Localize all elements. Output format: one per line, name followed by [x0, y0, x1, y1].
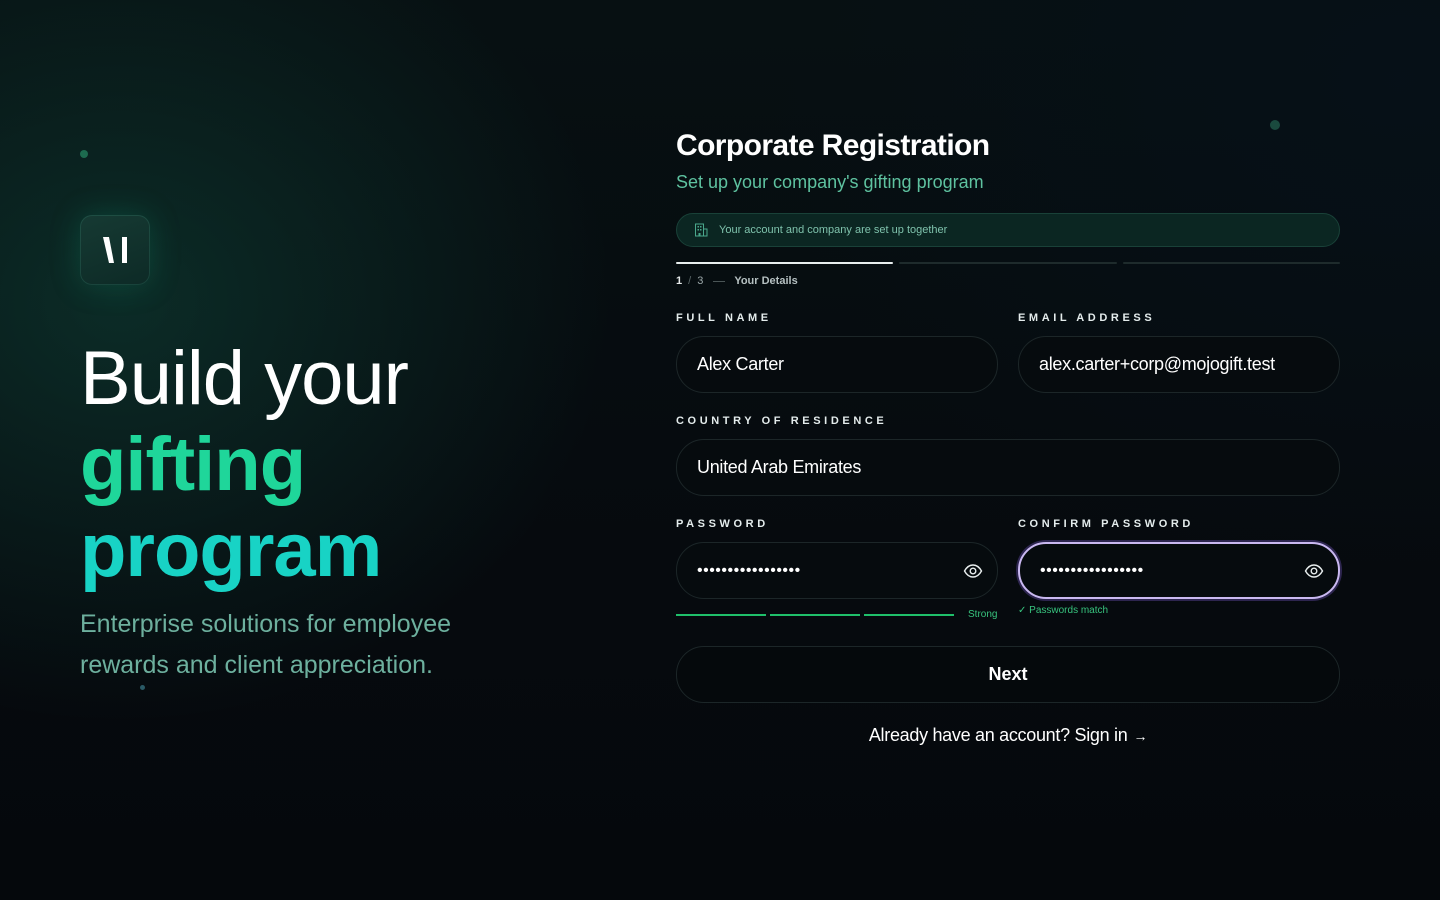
step-total: 3 [697, 275, 704, 287]
email-label: EMAIL ADDRESS [1018, 312, 1156, 324]
step-dash [713, 280, 726, 282]
step-progress [676, 262, 1340, 264]
full-name-input[interactable]: Alex Carter [676, 336, 998, 393]
notice-text: Your account and company are set up toge… [719, 224, 948, 236]
decorative-dot [80, 150, 88, 158]
next-button[interactable]: Next [676, 646, 1340, 703]
logo-mark-icon [103, 237, 127, 263]
country-input[interactable]: United Arab Emirates [676, 439, 1340, 496]
email-value: alex.carter+corp@mojogift.test [1039, 354, 1275, 374]
hero-title: Build your gifting program [80, 336, 600, 594]
country-label: COUNTRY OF RESIDENCE [676, 415, 888, 427]
strength-bar-3 [864, 613, 954, 616]
password-field: PASSWORD ••••••••••••••••• Strong [676, 517, 998, 620]
strength-bar-2 [770, 613, 860, 616]
confirm-password-value: ••••••••••••••••• [1040, 561, 1144, 579]
full-name-value: Alex Carter [697, 354, 784, 374]
email-input[interactable]: alex.carter+corp@mojogift.test [1018, 336, 1340, 393]
brand-logo [80, 215, 150, 285]
arrow-right-icon: → [1133, 728, 1148, 744]
building-icon [693, 222, 709, 238]
step-separator: / [688, 275, 692, 287]
signin-link[interactable]: Already have an account? Sign in → [676, 725, 1340, 746]
hero-title-line-2: gifting [80, 422, 306, 507]
form-title: Corporate Registration [676, 129, 990, 162]
progress-segment-3 [1122, 262, 1340, 264]
hero-title-line-1: Build your [80, 336, 409, 421]
country-value: United Arab Emirates [697, 457, 862, 477]
password-strength-meter: Strong [676, 609, 998, 620]
signin-text: Already have an account? Sign in [868, 725, 1128, 745]
password-match-status: ✓ Passwords match [1018, 605, 1109, 616]
confirm-password-field: CONFIRM PASSWORD ••••••••••••••••• ✓ Pas… [1018, 517, 1340, 620]
strength-bar-1 [676, 613, 766, 616]
form-subtitle: Set up your company's gifting program [676, 172, 984, 192]
confirm-password-label: CONFIRM PASSWORD [1018, 518, 1194, 530]
eye-icon[interactable] [963, 561, 983, 581]
full-name-field: FULL NAME Alex Carter [676, 311, 998, 393]
registration-form: Corporate Registration Set up your compa… [676, 128, 1340, 746]
country-field: COUNTRY OF RESIDENCE United Arab Emirate… [676, 414, 1340, 496]
full-name-label: FULL NAME [676, 312, 772, 324]
password-value: ••••••••••••••••• [697, 561, 801, 579]
password-input[interactable]: ••••••••••••••••• [676, 542, 998, 599]
confirm-password-input[interactable]: ••••••••••••••••• [1018, 542, 1340, 599]
step-label: Your Details [734, 275, 798, 287]
eye-icon[interactable] [1304, 561, 1324, 581]
hero-title-line-3: program [80, 508, 382, 593]
password-strength-label: Strong [968, 609, 998, 620]
step-current: 1 [676, 275, 683, 287]
email-field: EMAIL ADDRESS alex.carter+corp@mojogift.… [1018, 311, 1340, 393]
info-notice: Your account and company are set up toge… [676, 213, 1340, 247]
step-indicator: 1 / 3 Your Details [676, 275, 1340, 287]
progress-segment-2 [899, 262, 1117, 264]
hero-subtitle: Enterprise solutions for employee reward… [80, 610, 452, 679]
password-label: PASSWORD [676, 518, 769, 530]
progress-segment-1 [676, 262, 894, 264]
